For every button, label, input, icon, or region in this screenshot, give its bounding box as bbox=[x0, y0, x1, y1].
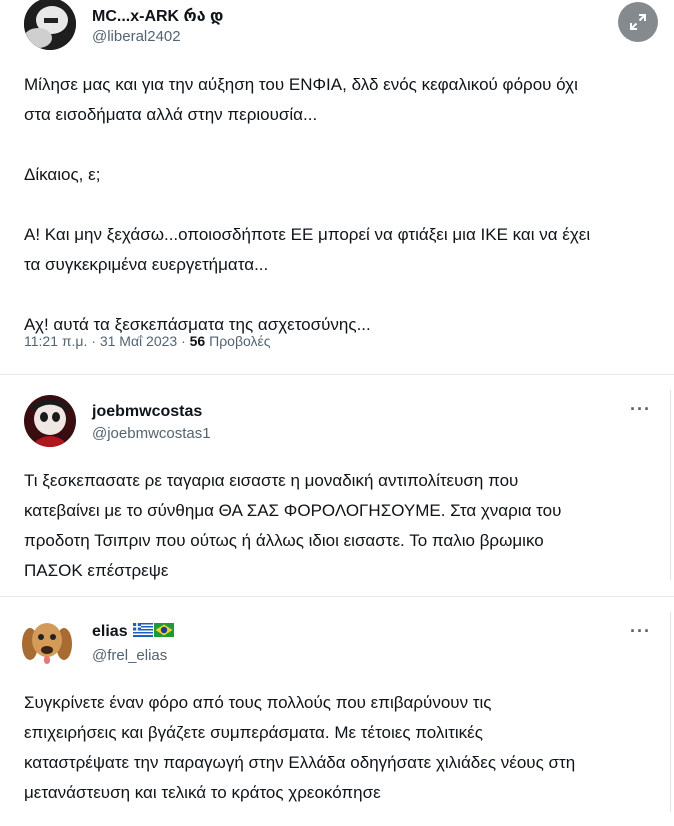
tweet-text: Συγκρίνετε έναν φόρο από τους πολλούς πο… bbox=[24, 688, 575, 808]
display-name[interactable]: MC...x-ARK რა დ bbox=[92, 6, 223, 26]
more-options-icon[interactable]: ··· bbox=[630, 621, 651, 642]
tweet-text: Τι ξεσκεπασατε ρε ταγαρια εισαστε η μονα… bbox=[24, 466, 561, 586]
divider bbox=[0, 374, 674, 375]
greece-flag-icon bbox=[133, 623, 154, 637]
tweet-text-line: Α! Και μην ξεχάσω...οποιοσδήποτε ΕΕ μπορ… bbox=[24, 225, 591, 244]
tweet-text-line: μετανάστευση και τελικά το κράτος χρεοκό… bbox=[24, 783, 381, 802]
tweet-text: Μίλησε μας και για την αύξηση του ΕΝΦΙΑ,… bbox=[24, 70, 590, 340]
avatar-image bbox=[24, 395, 76, 447]
avatar-image bbox=[24, 0, 76, 50]
tweet-text-line: ΠΑΣΟΚ επέστρεψε bbox=[24, 561, 169, 580]
display-name-text: elias bbox=[92, 623, 128, 640]
tweet-text-line: Τι ξεσκεπασατε ρε ταγαρια εισαστε η μονα… bbox=[24, 471, 519, 490]
views-count: 56 bbox=[189, 333, 206, 349]
avatar[interactable] bbox=[24, 0, 76, 50]
expand-icon bbox=[630, 14, 646, 30]
brazil-flag-icon bbox=[154, 623, 175, 637]
tweet-text-line: προδοτη Τσιπριν που ούτως ή άλλως ιδιοι … bbox=[24, 531, 544, 550]
tweet-metadata: 11:21 π.μ. · 31 Μαΐ 2023 · 56 Προβολές bbox=[24, 333, 271, 349]
avatar[interactable] bbox=[20, 614, 74, 668]
display-name[interactable]: joebmwcostas bbox=[92, 403, 202, 421]
reply-tweet: elias @frel_elias ··· Συγκρίνετε έναν φό… bbox=[0, 598, 674, 826]
user-handle[interactable]: @joebmwcostas1 bbox=[92, 425, 211, 442]
display-name[interactable]: elias bbox=[92, 623, 175, 641]
tweet-main: MC...x-ARK რა დ @liberal2402 Μίλησε μας … bbox=[0, 0, 674, 374]
more-options-icon[interactable]: ··· bbox=[630, 399, 651, 420]
tweet-text-line: στα εισοδήματα αλλά στην περιουσία... bbox=[24, 105, 318, 124]
avatar[interactable] bbox=[24, 395, 76, 447]
dog-avatar-image bbox=[20, 614, 74, 668]
timestamp[interactable]: 11:21 π.μ. · 31 Μαΐ 2023 · bbox=[24, 333, 190, 349]
tweet-text-line: καταστρέψατε την παραγωγή στην Ελλάδα οδ… bbox=[24, 753, 576, 772]
divider bbox=[0, 596, 674, 597]
expand-button[interactable] bbox=[618, 2, 658, 42]
tweet-text-line: Μίλησε μας και για την αύξηση του ΕΝΦΙΑ,… bbox=[24, 75, 578, 94]
reply-tweet: joebmwcostas @joebmwcostas1 ··· Τι ξεσκε… bbox=[0, 376, 674, 596]
tweet-text-line: κατεβαίνει με το σύνθημα ΘΑ ΣΑΣ ΦΟΡΟΛΟΓΗ… bbox=[24, 501, 562, 520]
user-handle[interactable]: @liberal2402 bbox=[92, 28, 181, 45]
tweet-text-line: τα συγκεκριμένα ευεργετήματα... bbox=[24, 255, 269, 274]
tweet-text-line: Δίκαιος, ε; bbox=[24, 165, 101, 184]
tweet-text-line: Συγκρίνετε έναν φόρο από τους πολλούς πο… bbox=[24, 693, 492, 712]
user-handle[interactable]: @frel_elias bbox=[92, 647, 167, 664]
views-label: Προβολές bbox=[205, 333, 271, 349]
tweet-text-line: επιχειρήσεις και βγάζετε συμπεράσματα. Μ… bbox=[24, 723, 483, 742]
